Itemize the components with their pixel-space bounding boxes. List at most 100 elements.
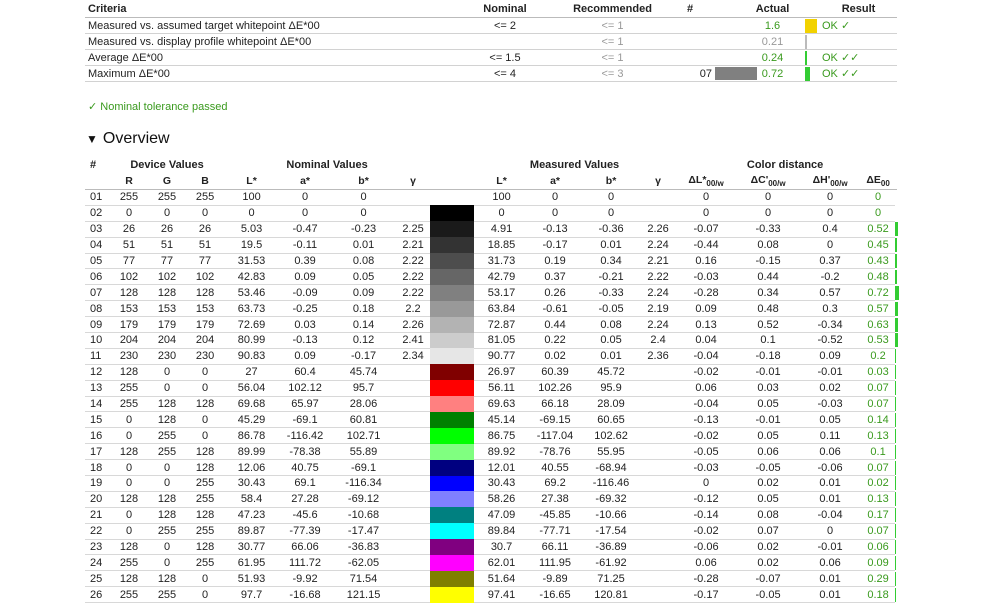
cell-na: -0.13 [279, 332, 332, 349]
overview-row: 07 128 128 128 53.46 -0.09 0.09 2.22 53.17 0.26 -0… [85, 284, 900, 302]
cell-dc: 0.08 [737, 237, 800, 254]
cell-mb: -69.32 [581, 491, 642, 508]
delta-e-bar [895, 540, 897, 555]
cell-dc: -0.01 [737, 411, 800, 429]
criteria-row: Measured vs. display profile whitepoint … [85, 33, 897, 50]
cell-dh: 0.05 [799, 411, 862, 429]
cell-mg [641, 586, 676, 604]
cell-na: -45.6 [279, 507, 332, 524]
cell-ma: -16.65 [529, 586, 582, 604]
delta-e-value: 0.13 [861, 491, 896, 508]
cell-nl: 61.95 [224, 554, 280, 572]
cell-r: 102 [110, 268, 148, 286]
cell-nb: -0.23 [331, 221, 397, 238]
cell-dl: -0.05 [675, 443, 738, 461]
cell-ma: 0.37 [529, 268, 582, 286]
cell-g: 128 [148, 284, 186, 302]
cell-ml: 58.26 [474, 491, 530, 508]
cell-dh: 0.11 [799, 427, 862, 445]
cell-mg [641, 205, 676, 222]
cell-ng [396, 475, 431, 492]
device-values-header: Device Values [130, 159, 204, 171]
delta-e-bar [895, 269, 898, 284]
cell-r: 153 [110, 300, 148, 318]
cell-ng: 2.26 [396, 316, 431, 334]
cell-mg [641, 570, 676, 588]
cell-nb: -36.83 [331, 539, 397, 556]
cell-dh: -0.04 [799, 507, 862, 524]
cell-mg [641, 189, 676, 206]
cell-dl: -0.44 [675, 237, 738, 254]
collapse-triangle-icon[interactable]: ▼ [86, 132, 98, 146]
cell-ng [396, 507, 431, 524]
color-swatch [430, 570, 475, 587]
nominal-values-header: Nominal Values [286, 159, 368, 171]
cell-na: -78.38 [279, 443, 332, 461]
cell-na: -77.39 [279, 523, 332, 540]
cell-dh: -0.34 [799, 316, 862, 334]
cell-dl: -0.02 [675, 427, 738, 445]
delta-e-value: 0.43 [861, 253, 896, 270]
cell-r: 230 [110, 348, 148, 365]
col-nominal-b: b* [331, 173, 397, 190]
cell-nl: 42.83 [224, 268, 280, 286]
cell-dl: 0.16 [675, 253, 738, 270]
nominal-value: <= 4 [450, 65, 560, 82]
cell-mg [641, 491, 676, 508]
nominal-value: <= 2 [450, 17, 560, 34]
color-swatch [430, 205, 475, 222]
cell-ma: 102.26 [529, 380, 582, 397]
cell-ng: 2.22 [396, 284, 431, 302]
patch-id: 16 [85, 427, 110, 445]
cell-dl: 0.06 [675, 380, 738, 397]
cell-dh: -0.03 [799, 396, 862, 413]
actual-header: Actual [740, 0, 805, 18]
cell-ml: 12.01 [474, 459, 530, 477]
cell-ng [396, 554, 431, 572]
cell-na: -16.68 [279, 586, 332, 604]
cell-g: 255 [148, 427, 186, 445]
cell-dh: 0.01 [799, 475, 862, 492]
criteria-label: Measured vs. assumed target whitepoint Δ… [85, 17, 450, 34]
patch-id: 24 [85, 554, 110, 572]
cell-ma: 66.18 [529, 396, 582, 413]
delta-e-value: 0.18 [861, 586, 896, 604]
cell-g: 128 [148, 396, 186, 413]
cell-ng [396, 523, 431, 540]
cell-mg [641, 554, 676, 572]
overview-table: # Device Values Nominal Values Measured … [85, 157, 900, 604]
cell-dc: 0.05 [737, 491, 800, 508]
recommended-value: <= 3 [560, 65, 665, 82]
cell-ml: 53.17 [474, 284, 530, 302]
cell-ma: 0.44 [529, 316, 582, 334]
patch-id: 03 [85, 221, 110, 238]
result-value: OK ✓✓ [820, 49, 897, 66]
cell-b: 128 [186, 443, 225, 461]
cell-nb: 0.05 [331, 268, 397, 286]
cell-g: 179 [148, 316, 186, 334]
cell-ml: 51.64 [474, 570, 530, 588]
cell-dh: 0 [799, 523, 862, 540]
cell-ml: 100 [474, 189, 530, 206]
cell-nb: -116.34 [331, 475, 397, 492]
color-swatch [430, 221, 475, 238]
cell-na: 0 [279, 189, 332, 206]
delta-e-value: 0.02 [861, 475, 896, 492]
patch-id: 05 [85, 253, 110, 270]
delta-e-value: 0.63 [861, 316, 896, 334]
criteria-label: Average ΔE*00 [85, 49, 450, 66]
overview-row: 10 204 204 204 80.99 -0.13 0.12 2.41 81.05 0.22 0.… [85, 332, 899, 349]
actual-bar [805, 34, 807, 49]
actual-bar [805, 18, 817, 33]
color-swatch [430, 300, 475, 317]
cell-g: 77 [148, 253, 186, 270]
cell-na: 69.1 [279, 475, 332, 492]
delta-e-bar [895, 238, 898, 253]
cell-g: 0 [148, 364, 186, 381]
delta-e-bar [895, 444, 897, 459]
overview-heading[interactable]: ▼ Overview [86, 130, 170, 148]
cell-mg [641, 427, 676, 445]
cell-b: 128 [186, 507, 225, 524]
cell-mb: -116.46 [581, 475, 642, 492]
cell-b: 0 [186, 427, 225, 445]
